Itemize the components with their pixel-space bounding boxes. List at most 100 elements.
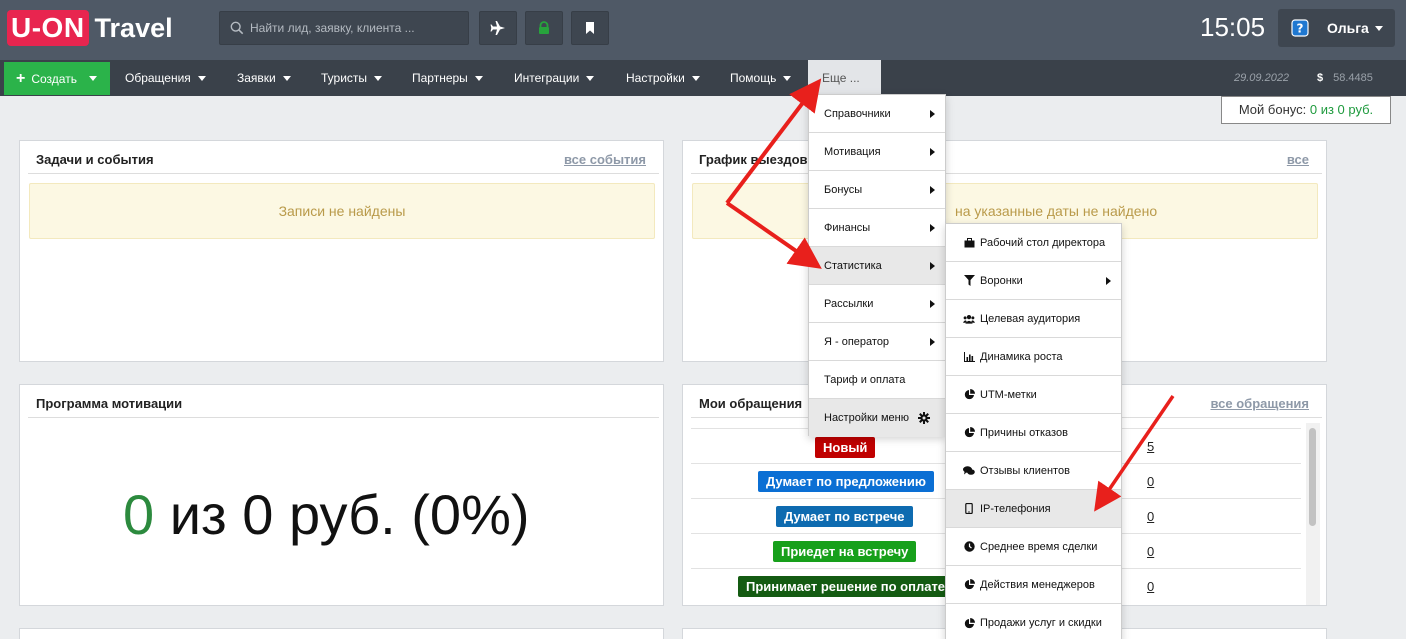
- briefcase-icon: [963, 237, 975, 249]
- menu-item-manager-actions[interactable]: Действия менеджеров: [946, 566, 1121, 604]
- chevron-down-icon: [1374, 25, 1383, 31]
- divider: [28, 173, 659, 174]
- status-badge: Приедет на встречу: [773, 541, 917, 562]
- nav-label: Помощь: [730, 71, 777, 85]
- divider: [691, 173, 1322, 174]
- motivation-panel: Программа мотивации 0 из 0 руб. (0%): [19, 384, 664, 606]
- menu-item-directories[interactable]: Справочники: [809, 95, 945, 133]
- all-schedule-link[interactable]: все: [1287, 152, 1309, 167]
- menu-label: Настройки меню: [824, 412, 909, 424]
- status-badge: Думает по предложению: [758, 471, 934, 492]
- nav-label: Заявки: [237, 71, 276, 85]
- request-count[interactable]: 0: [1147, 474, 1154, 489]
- request-count[interactable]: 0: [1147, 544, 1154, 559]
- chevron-right-icon: [930, 262, 935, 270]
- menu-item-tariff[interactable]: Тариф и оплата: [809, 361, 945, 399]
- rate-value: 58.4485: [1333, 72, 1373, 84]
- menu-item-motivation[interactable]: Мотивация: [809, 133, 945, 171]
- menu-item-menu-settings[interactable]: Настройки меню: [809, 399, 945, 437]
- scrollbar-thumb[interactable]: [1309, 428, 1316, 526]
- main-nav: + Создать Обращения Заявки Туристы Партн…: [0, 60, 1406, 96]
- panel-title: Мои обращения: [699, 396, 803, 411]
- pie-chart-icon: [963, 617, 975, 629]
- menu-label: UTM-метки: [980, 388, 1037, 401]
- create-label: Создать: [31, 71, 77, 86]
- global-search: [219, 11, 469, 45]
- nav-item-more[interactable]: Еще ...: [808, 60, 881, 96]
- lock-button[interactable]: [525, 11, 563, 45]
- menu-label: Динамика роста: [980, 350, 1063, 363]
- menu-item-ip-telephony[interactable]: IP-телефония: [946, 490, 1121, 528]
- nav-item-tourists[interactable]: Туристы: [321, 60, 383, 96]
- nav-item-help[interactable]: Помощь: [730, 60, 792, 96]
- logo-text: Travel: [94, 12, 173, 43]
- chevron-down-icon: [691, 76, 700, 82]
- clock: 15:05: [1200, 12, 1266, 42]
- user-menu[interactable]: ? Ольга: [1278, 9, 1395, 47]
- svg-text:?: ?: [1297, 22, 1304, 36]
- menu-item-operator[interactable]: Я - оператор: [809, 323, 945, 361]
- request-count[interactable]: 0: [1147, 579, 1154, 594]
- lock-icon: [539, 21, 549, 34]
- dollar-icon: $: [1317, 72, 1324, 84]
- lower-panel-left: [19, 628, 664, 639]
- menu-label: Отзывы клиентов: [980, 464, 1070, 477]
- scrollbar[interactable]: [1306, 423, 1320, 605]
- my-bonus: Мой бонус: 0 из 0 руб.: [1221, 96, 1391, 124]
- nav-label: Обращения: [125, 71, 191, 85]
- menu-label: Среднее время сделки: [980, 540, 1098, 553]
- chevron-down-icon: [474, 76, 483, 82]
- help-icon[interactable]: ?: [1291, 19, 1309, 37]
- nav-label: Интеграции: [514, 71, 580, 85]
- menu-item-growth-dynamics[interactable]: Динамика роста: [946, 338, 1121, 376]
- nav-item-partners[interactable]: Партнеры: [412, 60, 483, 96]
- all-requests-link[interactable]: все обращения: [1210, 396, 1309, 411]
- menu-item-finance[interactable]: Финансы: [809, 209, 945, 247]
- panel-title: Программа мотивации: [36, 396, 183, 411]
- chevron-down-icon: [88, 76, 97, 81]
- nav-item-orders[interactable]: Заявки: [237, 60, 291, 96]
- create-button[interactable]: + Создать: [4, 62, 110, 95]
- nav-item-requests[interactable]: Обращения: [125, 60, 206, 96]
- clock-icon: [963, 541, 975, 553]
- panel-title: Задачи и события: [36, 152, 154, 167]
- menu-item-sales-discounts[interactable]: Продажи услуг и скидки: [946, 604, 1121, 639]
- menu-item-bonuses[interactable]: Бонусы: [809, 171, 945, 209]
- request-count[interactable]: 5: [1147, 439, 1154, 454]
- chevron-down-icon: [586, 76, 595, 82]
- nav-item-settings[interactable]: Настройки: [626, 60, 700, 96]
- menu-item-client-reviews[interactable]: Отзывы клиентов: [946, 452, 1121, 490]
- menu-label: Продажи услуг и скидки: [980, 617, 1102, 629]
- chevron-down-icon: [783, 76, 792, 82]
- menu-item-avg-deal-time[interactable]: Среднее время сделки: [946, 528, 1121, 566]
- menu-item-director-desk[interactable]: Рабочий стол директора: [946, 224, 1121, 262]
- motivation-rest: из 0 руб. (0%): [169, 483, 530, 546]
- bonus-value: 0 из 0 руб.: [1309, 102, 1374, 117]
- tasks-panel: Задачи и события все события Записи не н…: [19, 140, 664, 362]
- logo[interactable]: U-ON Travel: [7, 10, 173, 46]
- gear-icon: [918, 412, 930, 424]
- bookmark-button[interactable]: [571, 11, 609, 45]
- chevron-right-icon: [930, 300, 935, 308]
- menu-item-funnels[interactable]: Воронки: [946, 262, 1121, 300]
- airplane-icon: [490, 21, 505, 35]
- search-input[interactable]: [250, 21, 460, 35]
- status-badge: Новый: [815, 437, 876, 458]
- request-count[interactable]: 0: [1147, 509, 1154, 524]
- status-badge: Принимает решение по оплате: [738, 576, 954, 597]
- bonus-label: Мой бонус:: [1238, 102, 1307, 117]
- menu-item-refusal-reasons[interactable]: Причины отказов: [946, 414, 1121, 452]
- menu-label: Справочники: [824, 107, 891, 120]
- menu-label: Целевая аудитория: [980, 312, 1081, 325]
- menu-item-target-audience[interactable]: Целевая аудитория: [946, 300, 1121, 338]
- menu-item-utm[interactable]: UTM-метки: [946, 376, 1121, 414]
- chevron-right-icon: [930, 224, 935, 232]
- all-events-link[interactable]: все события: [564, 152, 646, 167]
- menu-item-mailings[interactable]: Рассылки: [809, 285, 945, 323]
- nav-item-integrations[interactable]: Интеграции: [514, 60, 595, 96]
- flights-button[interactable]: [479, 11, 517, 45]
- nav-label: Партнеры: [412, 71, 468, 85]
- chevron-down-icon: [282, 76, 291, 82]
- menu-item-statistics[interactable]: Статистика: [809, 247, 945, 285]
- chevron-right-icon: [930, 148, 935, 156]
